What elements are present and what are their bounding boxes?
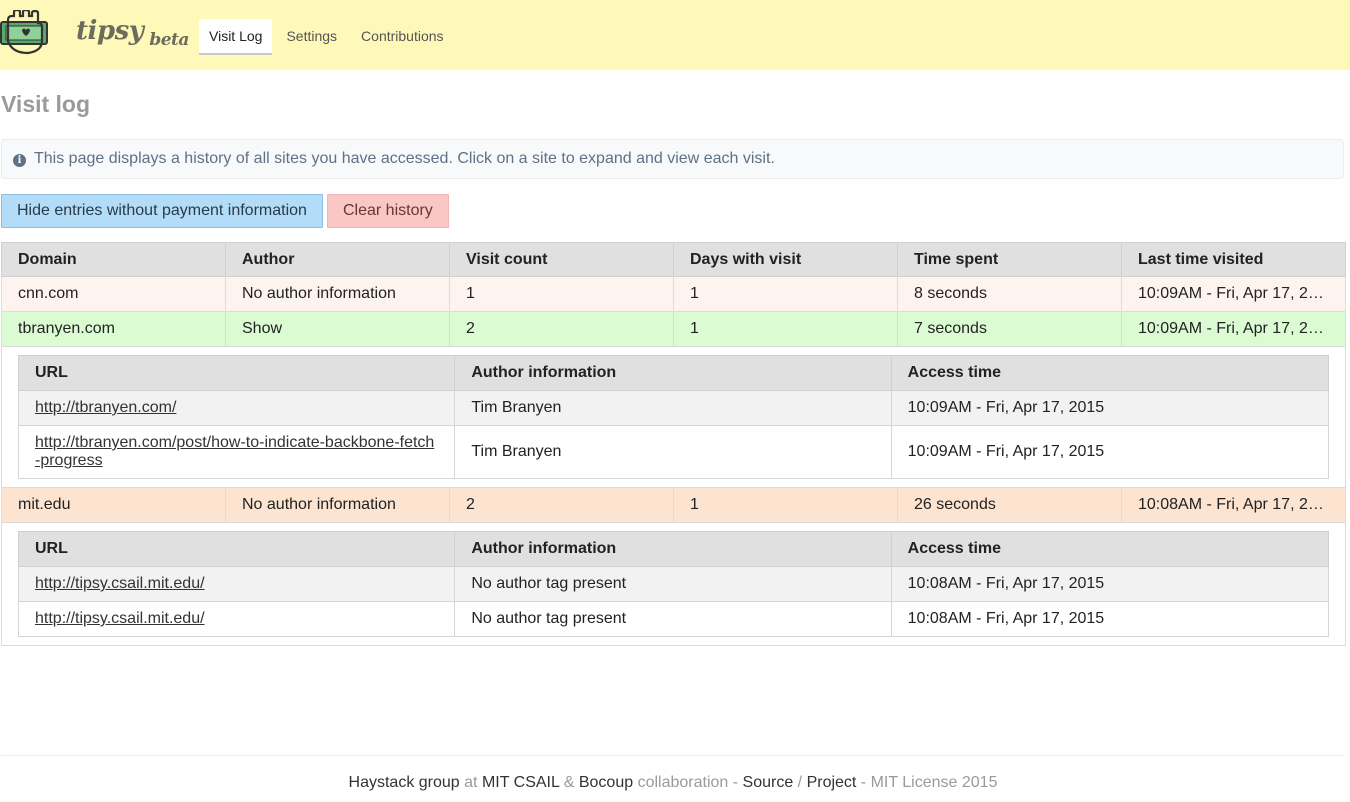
col-author[interactable]: Author	[225, 242, 450, 277]
info-circle-icon: i	[13, 154, 26, 167]
url-cell: http://tbranyen.com/	[17, 390, 456, 426]
project-link[interactable]: Project	[807, 774, 857, 791]
time-spent-cell: 7 seconds	[897, 311, 1122, 347]
col-url: URL	[17, 355, 456, 391]
visit-row: http://tipsy.csail.mit.edu/ No author ta…	[17, 566, 1330, 602]
table-row[interactable]: mit.edu No author information 2 1 26 sec…	[1, 487, 1346, 523]
footer-slash: /	[793, 774, 807, 791]
author-info-cell: No author tag present	[454, 566, 892, 602]
table-row[interactable]: cnn.com No author information 1 1 8 seco…	[1, 276, 1346, 312]
visit-details-table: URL Author information Access time http:…	[17, 531, 1330, 637]
footer-divider	[1, 755, 1344, 756]
footer-amp: &	[559, 774, 579, 791]
visit-url-link[interactable]: http://tipsy.csail.mit.edu/	[35, 575, 205, 592]
visit-details-container: URL Author information Access time http:…	[1, 346, 1346, 488]
col-url: URL	[17, 531, 456, 567]
expanded-row: URL Author information Access time http:…	[1, 522, 1346, 646]
visit-row: http://tbranyen.com/post/how-to-indicate…	[17, 425, 1330, 479]
author-info-cell: Tim Branyen	[454, 425, 892, 479]
footer-at: at	[459, 774, 482, 791]
visit-row: http://tbranyen.com/ Tim Branyen 10:09AM…	[17, 390, 1330, 426]
clear-history-button[interactable]: Clear history	[327, 194, 449, 228]
domain-cell: tbranyen.com	[1, 311, 226, 347]
col-time-spent[interactable]: Time spent	[897, 242, 1122, 277]
visit-count-cell: 2	[449, 487, 674, 523]
col-days-with-visit[interactable]: Days with visit	[673, 242, 898, 277]
author-cell: No author information	[225, 487, 450, 523]
time-spent-cell: 26 seconds	[897, 487, 1122, 523]
url-cell: http://tipsy.csail.mit.edu/	[17, 566, 456, 602]
sub-header-row: URL Author information Access time	[17, 355, 1330, 391]
col-access-time: Access time	[890, 355, 1330, 391]
domain-cell: mit.edu	[1, 487, 226, 523]
footer: Haystack group at MIT CSAIL & Bocoup col…	[0, 774, 1346, 792]
col-visit-count[interactable]: Visit count	[449, 242, 674, 277]
tab-settings[interactable]: Settings	[276, 19, 347, 55]
days-cell: 1	[673, 487, 898, 523]
days-cell: 1	[673, 311, 898, 347]
source-link[interactable]: Source	[743, 774, 794, 791]
last-visited-cell: 10:09AM - Fri, Apr 17, 2015	[1121, 276, 1346, 312]
visit-url-link[interactable]: http://tbranyen.com/post/how-to-indicate…	[35, 434, 434, 469]
col-last-visited[interactable]: Last time visited	[1121, 242, 1346, 277]
author-show-link[interactable]: Show	[225, 311, 450, 347]
visit-count-cell: 2	[449, 311, 674, 347]
bocoup-link[interactable]: Bocoup	[579, 774, 633, 791]
tab-visit-log[interactable]: Visit Log	[199, 19, 273, 55]
last-visited-cell: 10:08AM - Fri, Apr 17, 2015	[1121, 487, 1346, 523]
csail-link[interactable]: MIT CSAIL	[482, 774, 559, 791]
brand-name: tipsy	[76, 16, 144, 46]
footer-license: - MIT License 2015	[856, 774, 998, 791]
col-domain[interactable]: Domain	[1, 242, 226, 277]
brand-title[interactable]: tipsy beta	[76, 16, 189, 50]
table-header-row: Domain Author Visit count Days with visi…	[1, 242, 1346, 277]
url-cell: http://tipsy.csail.mit.edu/	[17, 601, 456, 637]
access-time-cell: 10:08AM - Fri, Apr 17, 2015	[890, 601, 1330, 637]
time-spent-cell: 8 seconds	[897, 276, 1122, 312]
url-cell: http://tbranyen.com/post/how-to-indicate…	[17, 425, 456, 479]
info-banner: i This page displays a history of all sit…	[1, 139, 1344, 179]
visit-url-link[interactable]: http://tbranyen.com/	[35, 399, 176, 416]
haystack-link[interactable]: Haystack group	[349, 774, 460, 791]
days-cell: 1	[673, 276, 898, 312]
visit-log-table: Domain Author Visit count Days with visi…	[1, 242, 1346, 646]
col-author-information: Author information	[454, 531, 892, 567]
visit-row: http://tipsy.csail.mit.edu/ No author ta…	[17, 601, 1330, 637]
expanded-row: URL Author information Access time http:…	[1, 346, 1346, 488]
access-time-cell: 10:08AM - Fri, Apr 17, 2015	[890, 566, 1330, 602]
author-info-cell: No author tag present	[454, 601, 892, 637]
page-title: Visit log	[1, 91, 91, 117]
col-access-time: Access time	[890, 531, 1330, 567]
access-time-cell: 10:09AM - Fri, Apr 17, 2015	[890, 425, 1330, 479]
brand-beta: beta	[149, 30, 189, 50]
nav-tabs: Visit Log Settings Contributions	[199, 19, 458, 55]
visit-details-container: URL Author information Access time http:…	[1, 522, 1346, 646]
domain-cell: cnn.com	[1, 276, 226, 312]
table-row[interactable]: tbranyen.com Show 2 1 7 seconds 10:09AM …	[1, 311, 1346, 347]
tab-contributions[interactable]: Contributions	[351, 19, 454, 55]
hide-entries-button[interactable]: Hide entries without payment information	[1, 194, 323, 228]
author-cell: No author information	[225, 276, 450, 312]
tipsy-logo-icon[interactable]	[0, 10, 52, 62]
visit-count-cell: 1	[449, 276, 674, 312]
author-info-cell: Tim Branyen	[454, 390, 892, 426]
col-author-information: Author information	[454, 355, 892, 391]
access-time-cell: 10:09AM - Fri, Apr 17, 2015	[890, 390, 1330, 426]
top-navbar: tipsy beta Visit Log Settings Contributio…	[0, 0, 1350, 70]
visit-details-table: URL Author information Access time http:…	[17, 355, 1330, 479]
visit-url-link[interactable]: http://tipsy.csail.mit.edu/	[35, 610, 205, 627]
sub-header-row: URL Author information Access time	[17, 531, 1330, 567]
info-text: This page displays a history of all site…	[34, 150, 775, 167]
footer-collab: collaboration -	[633, 774, 743, 791]
last-visited-cell: 10:09AM - Fri, Apr 17, 2015	[1121, 311, 1346, 347]
